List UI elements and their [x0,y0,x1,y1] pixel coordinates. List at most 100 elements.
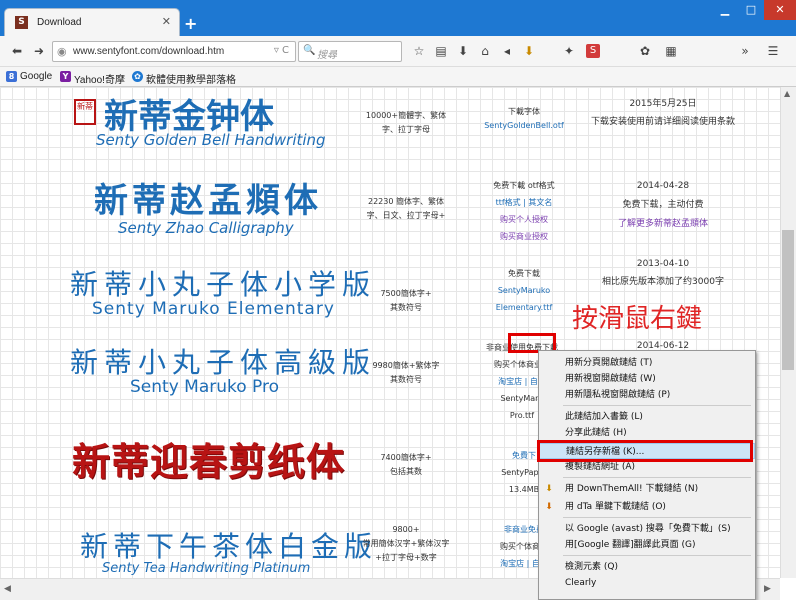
url-bar[interactable]: ◉ www.sentyfont.com/download.htm ▿ C [52,41,296,62]
menu-separator [563,517,751,518]
scroll-right-icon[interactable]: ▶ [764,584,771,594]
addon-icon[interactable]: ✿ [636,42,654,60]
font-title-zh: 新蒂迎春剪纸体 [72,439,346,484]
home-icon[interactable]: ⌂ [476,42,494,60]
search-placeholder: 搜尋 [317,50,337,61]
maximize-button[interactable]: □ [738,0,764,20]
menu-item-downthemall[interactable]: ⬇ 用 DownThemAll! 下載鏈結 (N) [539,481,755,497]
tab-download[interactable]: S Download ✕ [4,8,180,36]
personal-license-link[interactable]: 购买个人授权 [484,211,564,228]
chars-line: 9800+ [392,525,420,534]
menu-item-open-private[interactable]: 用新隱私視窗開啟鏈結 (P) [539,387,755,403]
chars-line: 其数符号 [390,375,422,384]
menu-separator [563,555,751,556]
blog-icon: ✿ [132,71,143,82]
chars-line: 9980簡体+繁体字 [372,361,440,370]
yahoo-icon: Y [60,71,71,82]
menu-item-label: 用 DownThemAll! 下載鏈結 (N) [565,484,699,494]
download-link[interactable]: SentyGoldenBell.otf [484,119,564,133]
learn-more-link[interactable]: 了解更多新蒂赵孟頫体 [578,215,748,234]
font-title-en: Senty Tea Handwriting Platinum [102,561,311,576]
vertical-scroll-thumb[interactable] [782,230,794,370]
font-chars: 22230 簡体字、繁体 字、日文、拉丁字母+ [362,195,450,223]
extension-icon[interactable]: ✦ [560,42,578,60]
chars-line: 22230 簡体字、繁体 [368,197,444,206]
chars-line: 常用簡体汉字+繁体汉字 [362,539,450,548]
close-window-button[interactable]: ✕ [764,0,796,20]
chars-line: +拉丁字母+数字 [375,553,437,562]
font-info: 2013-04-10 相比原先版本添加了约3000字 [578,255,748,291]
info-date: 2014-04-28 [636,181,690,191]
font-title-en: Senty Maruko Pro [130,377,280,397]
download-link[interactable]: Elementary.ttf [484,299,564,316]
search-bar[interactable]: 🔍 搜尋 [298,41,402,62]
menu-separator [563,477,751,478]
highlight-box-menu [537,440,753,462]
bookmarks-toolbar: 8 Google Y Yahoo!奇摩 ✿ 軟體使用教學部落格 [0,67,796,87]
menu-icon[interactable]: ☰ [764,42,782,60]
download-label: 免费下载 [508,269,540,278]
font-title-en: Senty Golden Bell Handwriting [96,131,326,149]
info-text: 相比原先版本添加了约3000字 [602,277,724,287]
reload-icon[interactable]: ▿ C [274,45,289,56]
menu-item-label: 複製鏈結網址 (A) [565,462,636,472]
downthemall-icon[interactable]: ⬇ [520,42,538,60]
minimize-button[interactable]: ▁ [712,0,738,20]
font-title-zh: 新蒂小丸子体小学版 [70,268,377,301]
menu-item-google-search[interactable]: 以 Google (avast) 搜尋「免費下載」(S) [539,521,755,537]
google-icon: 8 [6,71,17,82]
download-link[interactable]: SentyMaruko [484,282,564,299]
sentyfont-icon[interactable]: S [586,44,600,58]
seal-icon: 新蒂 [74,99,96,125]
overflow-icon[interactable]: » [736,42,754,60]
menu-item-label: 用[Google 翻譯]翻譯此頁面 (G) [565,540,696,550]
bookmark-star-icon[interactable]: ☆ [410,42,428,60]
font-info: 2015年5月25日 下载安装使用前请详细阅读使用条款 [578,95,748,131]
commercial-license-link[interactable]: 购买商业授权 [484,228,564,245]
globe-icon: ◉ [57,45,67,58]
chars-line: 字、日文、拉丁字母+ [366,211,446,220]
info-text: 免费下载，主动付费 [622,200,704,210]
chars-line: 10000+簡體字、繁体 [365,111,447,120]
chars-line: 字、拉丁字母 [382,125,430,134]
font-chars: 9800+ 常用簡体汉字+繁体汉字 +拉丁字母+数字 [362,523,450,565]
menu-item-label: 用新視窗開啟鏈結 (W) [565,374,656,384]
menu-item-open-new-tab[interactable]: 用新分頁開啟鏈結 (T) [539,355,755,371]
menu-item-label: Clearly [565,578,597,588]
font-chars: 9980簡体+繁体字 其数符号 [362,359,450,387]
menu-item-google-translate[interactable]: 用[Google 翻譯]翻譯此頁面 (G) [539,537,755,553]
menu-item-clearly[interactable]: Clearly [539,575,755,591]
reading-list-icon[interactable]: ▤ [432,42,450,60]
context-menu: 用新分頁開啟鏈結 (T) 用新視窗開啟鏈結 (W) 用新隱私視窗開啟鏈結 (P)… [538,350,756,600]
menu-item-bookmark-link[interactable]: 此鏈結加入書籤 (L) [539,409,755,425]
back-icon[interactable]: ⬅ [8,42,26,60]
bookmark-google[interactable]: Google [20,71,52,82]
info-date: 2015年5月25日 [629,99,697,109]
tab-title: Download [37,17,82,28]
send-icon[interactable]: ◂ [498,42,516,60]
menu-item-label: 用 dTa 單鍵下載鏈結 (O) [565,502,666,512]
menu-item-label: 檢測元素 (Q) [565,562,618,572]
scroll-up-icon[interactable]: ▲ [784,89,790,98]
close-tab-icon[interactable]: ✕ [162,15,171,28]
chars-line: 其数符号 [390,303,422,312]
menu-item-open-new-window[interactable]: 用新視窗開啟鏈結 (W) [539,371,755,387]
menu-item-dta-oneclick[interactable]: ⬇ 用 dTa 單鍵下載鏈結 (O) [539,499,755,515]
scroll-left-icon[interactable]: ◀ [4,584,11,594]
font-download: 免费下载 SentyMaruko Elementary.ttf [484,265,564,316]
clipboard-icon[interactable]: ▦ [662,42,680,60]
new-tab-button[interactable]: + [184,14,197,33]
menu-item-share-link[interactable]: 分享此鏈結 (H) [539,425,755,441]
downthemall-icon: ⬇ [545,484,553,494]
download-icon[interactable]: ⬇ [454,42,472,60]
chars-line: 包括其数 [390,467,422,476]
bookmark-blog[interactable]: 軟體使用教學部落格 [146,71,236,86]
font-title-en: Senty Zhao Calligraphy [118,219,294,237]
download-link[interactable]: ttf格式 | 其文名 [484,194,564,211]
font-chars: 7400簡体字+ 包括其数 [362,451,450,479]
forward-icon[interactable]: ➜ [30,42,48,60]
bookmark-yahoo[interactable]: Yahoo!奇摩 [74,71,125,86]
menu-item-inspect-element[interactable]: 檢測元素 (Q) [539,559,755,575]
font-chars: 7500簡体字+ 其数符号 [362,287,450,315]
font-title-zh: 新蒂下午茶体白金版 [80,530,378,563]
